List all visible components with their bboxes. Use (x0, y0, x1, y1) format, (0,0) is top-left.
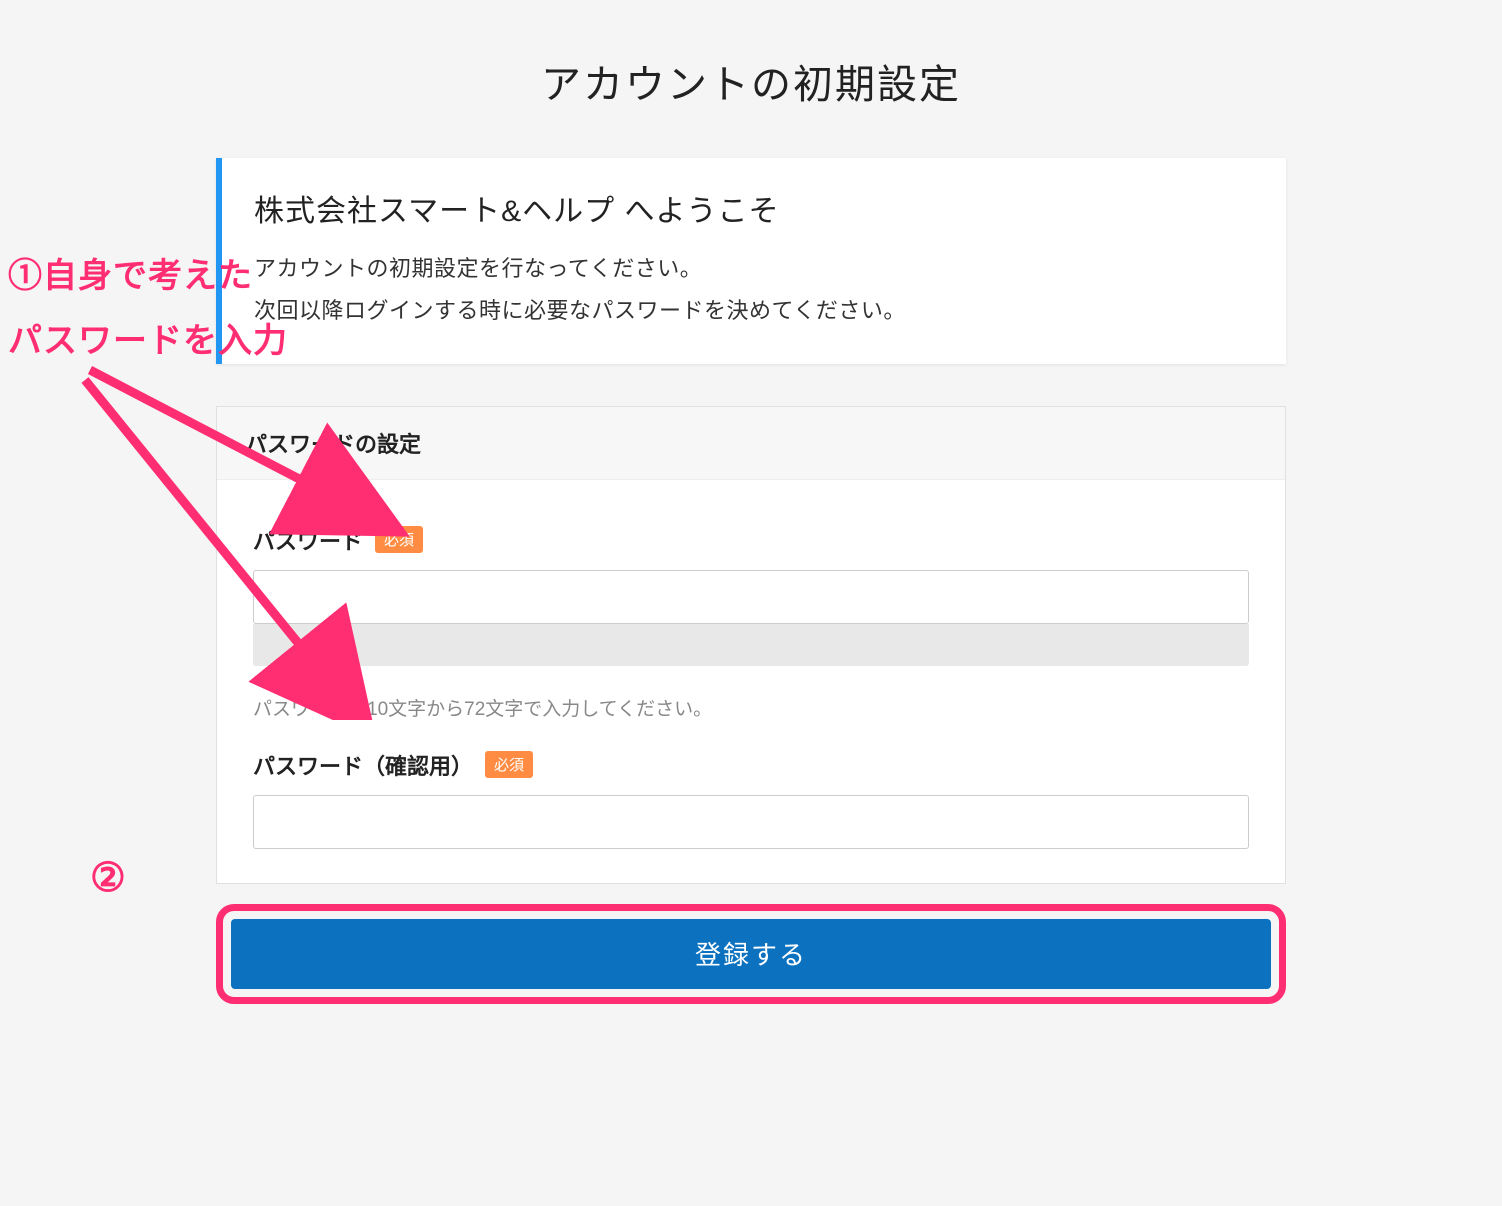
password-form-card: パスワードの設定 パスワード 必須 パスワードは10文字から72文字で入力してく… (216, 406, 1286, 884)
welcome-title: 株式会社スマート&ヘルプ へようこそ (254, 186, 1254, 230)
page-title: アカウントの初期設定 (0, 0, 1502, 158)
welcome-card: 株式会社スマート&ヘルプ へようこそ アカウントの初期設定を行なってください。 … (216, 158, 1286, 364)
password-field-group: パスワード 必須 (253, 524, 1249, 666)
confirm-password-input[interactable] (253, 795, 1249, 849)
required-badge: 必須 (485, 751, 533, 778)
password-helper-text: パスワードは10文字から72文字で入力してください。 (253, 694, 1249, 721)
welcome-line2: 次回以降ログインする時に必要なパスワードを決めてください。 (254, 290, 1254, 332)
form-section-title: パスワードの設定 (217, 407, 1285, 480)
submit-button[interactable]: 登録する (231, 919, 1271, 989)
submit-highlight-annotation: 登録する (216, 904, 1286, 1004)
main-container: 株式会社スマート&ヘルプ へようこそ アカウントの初期設定を行なってください。 … (216, 158, 1286, 1004)
required-badge: 必須 (375, 526, 423, 553)
annotation-step2-number: ② (90, 855, 126, 901)
welcome-line1: アカウントの初期設定を行なってください。 (254, 248, 1254, 290)
confirm-label: パスワード（確認用） (253, 749, 473, 781)
password-label: パスワード (253, 524, 363, 556)
confirm-field-group: パスワード（確認用） 必須 (253, 749, 1249, 849)
password-strength-bar (253, 624, 1249, 666)
password-input[interactable] (253, 570, 1249, 624)
